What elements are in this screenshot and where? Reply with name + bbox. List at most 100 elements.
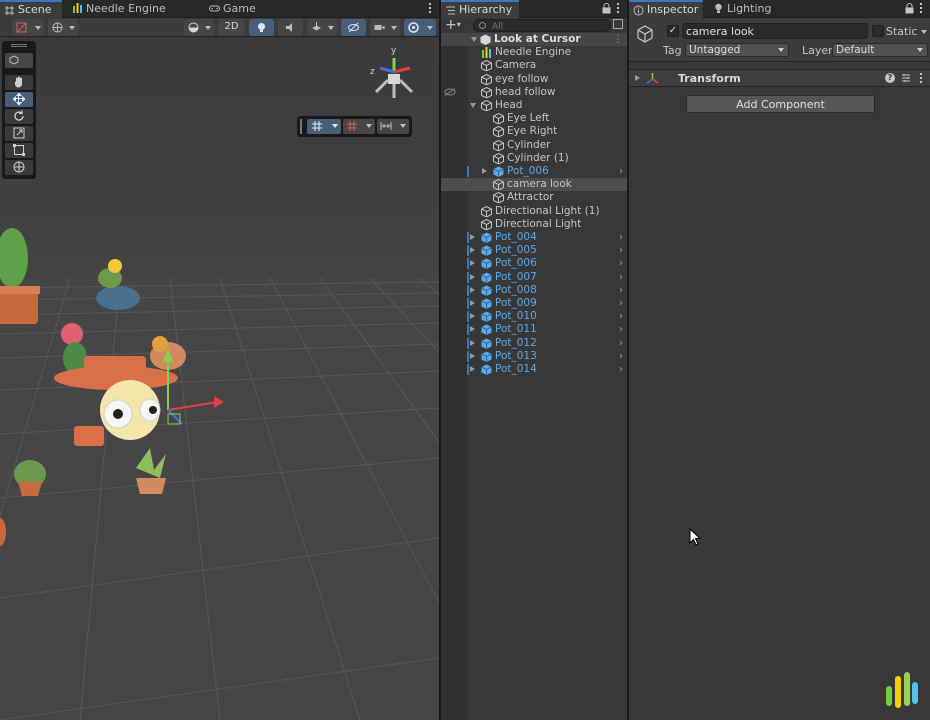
fold-arrow[interactable] — [470, 313, 475, 320]
chevron-right-icon[interactable]: › — [619, 165, 623, 178]
hierarchy-item[interactable]: Eye Left — [441, 112, 627, 125]
chevron-right-icon[interactable]: › — [619, 323, 623, 336]
scene-tab-menu-icon[interactable] — [429, 2, 433, 14]
tab-hierarchy[interactable]: Hierarchy — [441, 0, 519, 18]
tab-needle-engine-publish[interactable]: Needle Engine Publish — [68, 0, 200, 33]
hierarchy-item[interactable]: Pot_006 › — [441, 257, 627, 270]
tab-lighting[interactable]: Lighting — [709, 0, 779, 18]
hierarchy-item[interactable]: Head — [441, 99, 627, 112]
lock-icon[interactable] — [602, 3, 611, 14]
hierarchy-item[interactable]: Camera — [441, 59, 627, 72]
hierarchy-item[interactable]: Pot_009 › — [441, 297, 627, 310]
hand-tool[interactable] — [5, 75, 33, 90]
hierarchy-item[interactable]: Directional Light (1) — [441, 205, 627, 218]
scene-menu-icon[interactable]: ⋮ — [613, 33, 623, 46]
hierarchy-item[interactable]: Pot_005 › — [441, 244, 627, 257]
fold-arrow[interactable] — [470, 247, 475, 254]
active-checkbox[interactable]: ✓ — [667, 25, 679, 37]
scene-visibility-toggle[interactable] — [341, 19, 366, 36]
hierarchy-item[interactable]: camera look — [441, 178, 627, 192]
fold-arrow[interactable] — [470, 326, 475, 333]
view-mode-dropdown[interactable] — [5, 53, 33, 68]
static-checkbox[interactable] — [872, 25, 884, 37]
tab-scene[interactable]: Scene — [0, 0, 62, 18]
eye-slash-icon[interactable] — [444, 87, 456, 96]
gizmo-orientation-dropdown[interactable] — [48, 19, 78, 36]
hierarchy-item[interactable]: Pot_013 › — [441, 350, 627, 363]
hierarchy-item[interactable]: head follow — [441, 86, 627, 99]
chevron-right-icon[interactable]: › — [619, 310, 623, 323]
chevron-right-icon[interactable]: › — [619, 297, 623, 310]
tag-dropdown[interactable]: Untagged — [685, 43, 789, 57]
scene-viewport[interactable]: y z — [0, 38, 439, 720]
fold-arrow[interactable] — [470, 300, 475, 306]
tab-game[interactable]: Game — [205, 0, 265, 18]
hierarchy-item[interactable]: Pot_014 › — [441, 363, 627, 376]
fold-arrow[interactable] — [470, 273, 475, 280]
shading-mode-dropdown[interactable] — [184, 19, 214, 36]
hierarchy-search-field[interactable] — [473, 19, 611, 32]
gizmos-dropdown[interactable] — [404, 19, 436, 36]
transform-tool[interactable] — [5, 160, 33, 175]
chevron-right-icon[interactable]: › — [619, 257, 623, 270]
fold-arrow[interactable] — [482, 168, 487, 174]
hierarchy-item[interactable]: Eye Right — [441, 125, 627, 138]
hierarchy-item[interactable]: Pot_006 › — [441, 165, 627, 178]
fold-arrow[interactable] — [470, 352, 475, 359]
tab-inspector[interactable]: Inspector — [629, 0, 703, 18]
object-name-field[interactable] — [682, 23, 868, 39]
draw-mode-dropdown[interactable] — [12, 19, 44, 36]
audio-toggle-button[interactable] — [278, 19, 303, 36]
fold-arrow[interactable] — [470, 234, 475, 240]
toggle-2d-button[interactable]: 2D — [218, 19, 245, 36]
chevron-right-icon[interactable]: › — [619, 284, 623, 297]
chevron-right-icon[interactable]: › — [619, 244, 623, 257]
scale-tool[interactable] — [5, 126, 33, 141]
chevron-right-icon[interactable]: › — [619, 350, 623, 363]
rect-tool[interactable] — [5, 143, 33, 158]
hierarchy-item[interactable]: Pot_011 › — [441, 323, 627, 336]
scene-root-row[interactable]: Look at Cursor ⋮ — [441, 33, 627, 46]
hierarchy-tab-menu-icon[interactable] — [617, 2, 621, 14]
add-component-button[interactable]: Add Component — [686, 95, 875, 113]
orientation-gizmo[interactable]: y z — [366, 44, 422, 102]
help-icon[interactable]: ? — [885, 73, 895, 83]
hierarchy-item[interactable]: Pot_012 › — [441, 337, 627, 350]
hierarchy-item[interactable]: Pot_007 › — [441, 271, 627, 284]
hierarchy-item[interactable]: Cylinder (1) — [441, 152, 627, 165]
hierarchy-item[interactable]: Directional Light — [441, 218, 627, 231]
hierarchy-item[interactable]: Pot_004 › — [441, 231, 627, 244]
hierarchy-item[interactable]: Cylinder — [441, 139, 627, 152]
static-dropdown-caret[interactable] — [921, 30, 927, 34]
fold-arrow[interactable] — [470, 286, 475, 293]
hierarchy-item[interactable]: Attractor — [441, 191, 627, 204]
fold-arrow[interactable] — [470, 103, 476, 108]
fold-arrow[interactable] — [471, 37, 477, 42]
chevron-right-icon[interactable]: › — [619, 271, 623, 284]
hierarchy-search-input[interactable] — [492, 22, 602, 32]
overlay-drag-handle[interactable] — [300, 119, 302, 134]
grid-snap-dropdown[interactable] — [343, 119, 375, 134]
move-tool[interactable] — [5, 92, 33, 107]
transform-foldout-arrow[interactable] — [635, 75, 640, 81]
effects-dropdown[interactable] — [307, 19, 337, 36]
camera-settings-dropdown[interactable] — [370, 19, 400, 36]
increment-snap-dropdown[interactable] — [377, 119, 409, 134]
fold-arrow[interactable] — [470, 366, 475, 372]
layer-dropdown[interactable]: Default — [832, 43, 928, 57]
gameobject-cube-icon[interactable] — [635, 24, 655, 44]
lighting-toggle-button[interactable] — [249, 19, 274, 36]
create-object-button[interactable]: +▾ — [445, 18, 461, 34]
hierarchy-item[interactable]: Needle Engine — [441, 46, 627, 59]
grid-visibility-dropdown[interactable] — [307, 119, 341, 134]
transform-component-header[interactable]: Transform ? — [629, 69, 930, 87]
palette-drag-handle[interactable] — [11, 44, 27, 47]
chevron-right-icon[interactable]: › — [619, 231, 623, 244]
inspector-lock-icon[interactable] — [905, 3, 914, 14]
chevron-right-icon[interactable]: › — [619, 363, 623, 376]
inspector-tab-menu-icon[interactable] — [920, 2, 924, 14]
hierarchy-item[interactable]: eye follow — [441, 73, 627, 86]
rotate-tool[interactable] — [5, 109, 33, 124]
component-menu-icon[interactable] — [920, 72, 924, 84]
fold-arrow[interactable] — [470, 260, 475, 267]
